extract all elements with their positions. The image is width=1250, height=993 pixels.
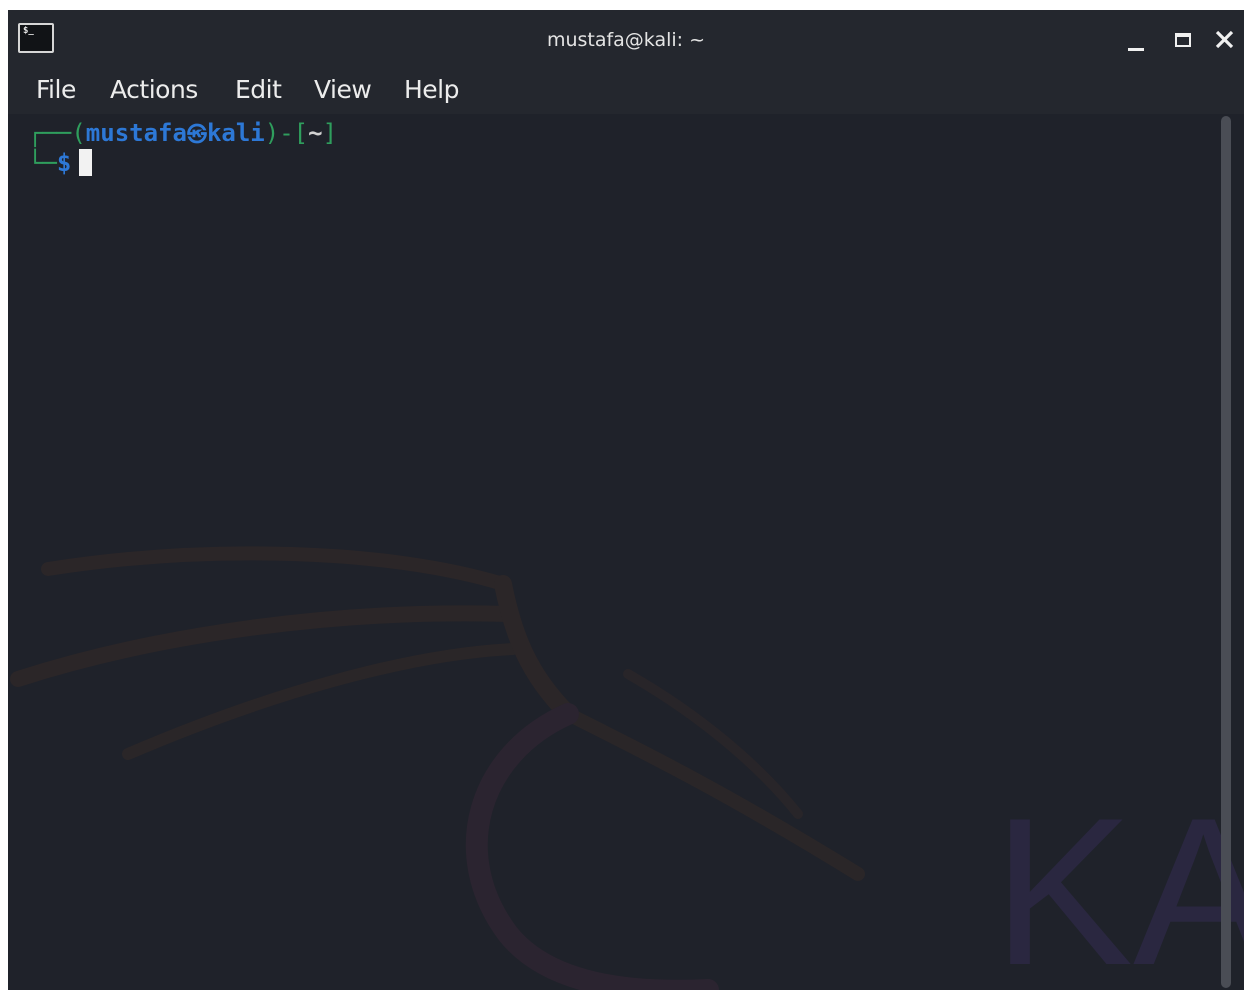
minimize-icon [1128,48,1144,51]
scrollbar-thumb[interactable] [1221,116,1231,988]
prompt-directory: ~ [308,119,323,147]
prompt-at-symbol: ㉿ [186,122,207,146]
title-bar[interactable]: $_ mustafa@kali: ~ [8,10,1244,68]
prompt-host: kali [206,119,265,147]
menu-actions[interactable]: Actions [110,72,198,108]
kali-dragon-logo: KA [10,546,1244,990]
prompt-frame-top: ┌──( [28,119,86,147]
menu-file[interactable]: File [36,72,76,108]
prompt-symbol: $ [56,149,72,177]
close-icon [1215,30,1234,49]
prompt-line-2: └─$ [28,148,93,178]
menu-bar: File Actions Edit View Help [8,68,1244,114]
menu-edit[interactable]: Edit [235,72,282,108]
prompt-frame-end: ] [322,119,338,147]
vertical-scrollbar[interactable] [1216,114,1236,990]
terminal-window: $_ mustafa@kali: ~ File Actions Edit Vie… [8,10,1244,990]
maximize-button[interactable] [1168,24,1198,54]
menu-help[interactable]: Help [404,72,460,108]
prompt-frame-mid: )-[ [264,119,309,147]
prompt-user: mustafa [85,119,187,147]
maximize-icon [1175,33,1191,47]
watermark-text: KA [993,774,1244,990]
prompt-frame-bottom: └─ [28,149,57,177]
menu-view[interactable]: View [314,72,372,108]
terminal-area[interactable]: KA ┌──(mustafa㉿kali)-[~] └─$ [8,114,1244,990]
window-title: mustafa@kali: ~ [546,29,706,51]
text-cursor [79,149,93,176]
minimize-button[interactable] [1121,24,1151,54]
close-button[interactable] [1210,24,1240,54]
prompt-line-1: ┌──(mustafa㉿kali)-[~] [28,118,337,149]
